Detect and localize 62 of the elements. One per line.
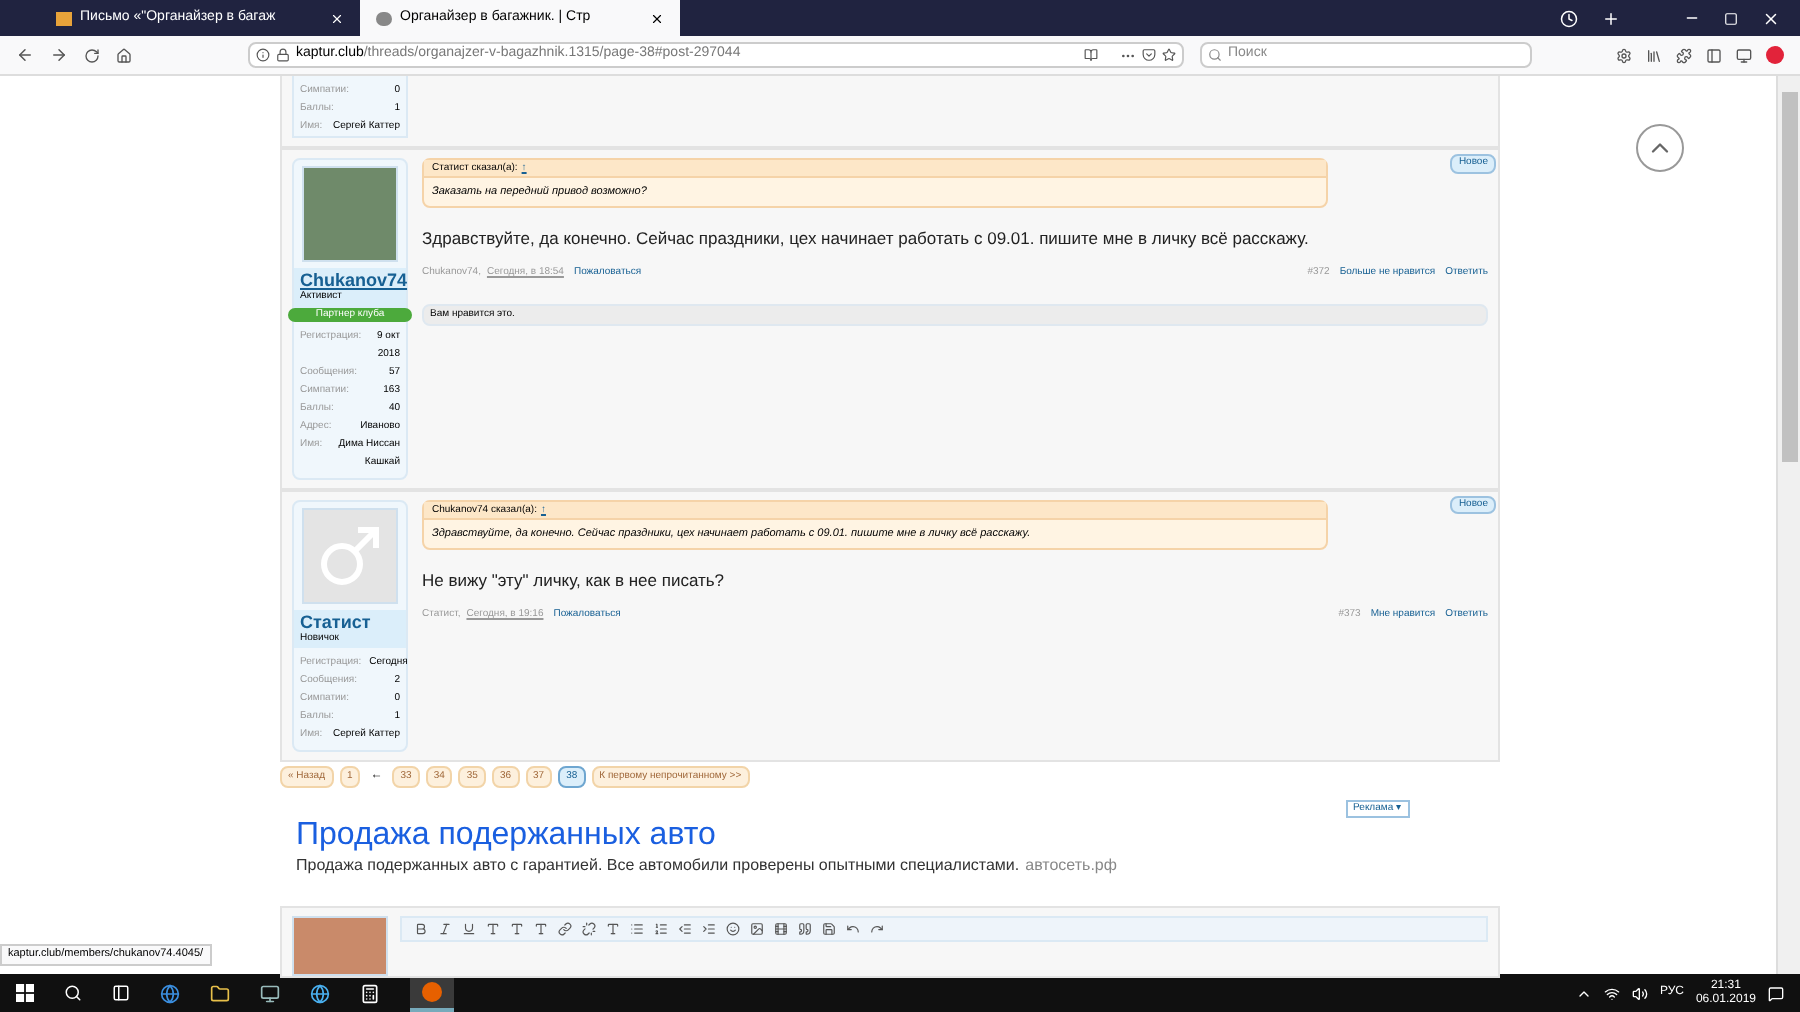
underline-icon[interactable] [462,921,476,935]
info-icon [256,48,270,62]
gear-icon[interactable] [1616,47,1632,63]
redo-icon[interactable] [870,921,884,935]
forward-icon[interactable] [50,46,68,64]
scrollbar-thumb[interactable] [1781,92,1797,462]
monitor-icon[interactable] [1736,47,1752,63]
monitor-icon[interactable] [260,983,280,1003]
profile-icon[interactable] [1766,46,1784,64]
ad-text: Продажа подержанных авто с гарантией. Все автомобили проверены опытными специалистами. [296,853,1020,877]
photo-placeholder[interactable] [302,166,398,262]
ad-domain[interactable]: автосеть.рф [1025,853,1117,877]
scrollbar[interactable] [1776,76,1800,974]
ad-title[interactable]: Продажа подержанных авто [296,817,1500,853]
male-symbol-icon [316,521,384,589]
new-tab-icon[interactable] [1602,9,1620,27]
notifications-icon[interactable] [1768,985,1784,1001]
lock-icon [276,48,290,62]
post-text: Здравствуйте, да конечно. Сейчас праздники, цех начинает работать с 09.01. пишите мне в личку всё расскажу. [422,226,1311,252]
search-icon [1208,48,1222,62]
scroll-to-top-button[interactable] [1636,124,1684,172]
puzzle-icon[interactable] [1676,47,1692,63]
indent-icon[interactable] [702,921,716,935]
tab-favicon-icon [56,11,72,25]
quote-icon[interactable] [798,921,812,935]
reload-icon[interactable] [84,47,100,63]
pocket-icon[interactable] [1142,48,1156,62]
folder-icon[interactable] [210,983,230,1003]
media-icon[interactable] [774,921,788,935]
save-icon[interactable] [822,921,836,935]
bold-icon[interactable] [414,921,428,935]
maximize-icon[interactable] [1724,11,1738,25]
browser-app-icon [422,981,442,1001]
italic-icon[interactable] [438,921,452,935]
network-icon[interactable] [1603,985,1620,1001]
speaker-icon[interactable] [1631,985,1648,1001]
globe-icon[interactable] [310,983,330,1003]
photo-placeholder [292,915,388,975]
numbered-list-icon[interactable] [654,921,668,935]
clock-icon[interactable] [1560,9,1578,27]
username-link[interactable]: Статист [300,611,400,631]
calculator-icon[interactable] [360,983,380,1003]
image-icon[interactable] [750,921,764,935]
reader-icon[interactable] [1084,48,1098,62]
library-icon[interactable] [1646,47,1662,63]
home-icon[interactable] [116,47,132,63]
smiley-icon[interactable] [726,921,740,935]
undo-icon[interactable] [846,921,860,935]
outdent-icon[interactable] [678,921,692,935]
sidebar-icon[interactable] [1706,47,1722,63]
tab-favicon-icon [376,11,392,25]
windows-logo-icon[interactable] [16,984,34,1002]
back-icon[interactable] [16,46,34,64]
bookmark-star-icon[interactable] [1162,48,1176,62]
link-icon[interactable] [558,921,572,935]
bulleted-list-icon[interactable] [630,921,644,935]
search-icon[interactable] [64,984,82,1002]
unlink-icon[interactable] [582,921,596,935]
globe-icon[interactable] [160,983,180,1003]
post-text: Не вижу "эту" личку, как в нее писать? [422,567,727,593]
close-icon[interactable] [650,11,664,25]
task-view-icon[interactable] [112,984,130,1002]
